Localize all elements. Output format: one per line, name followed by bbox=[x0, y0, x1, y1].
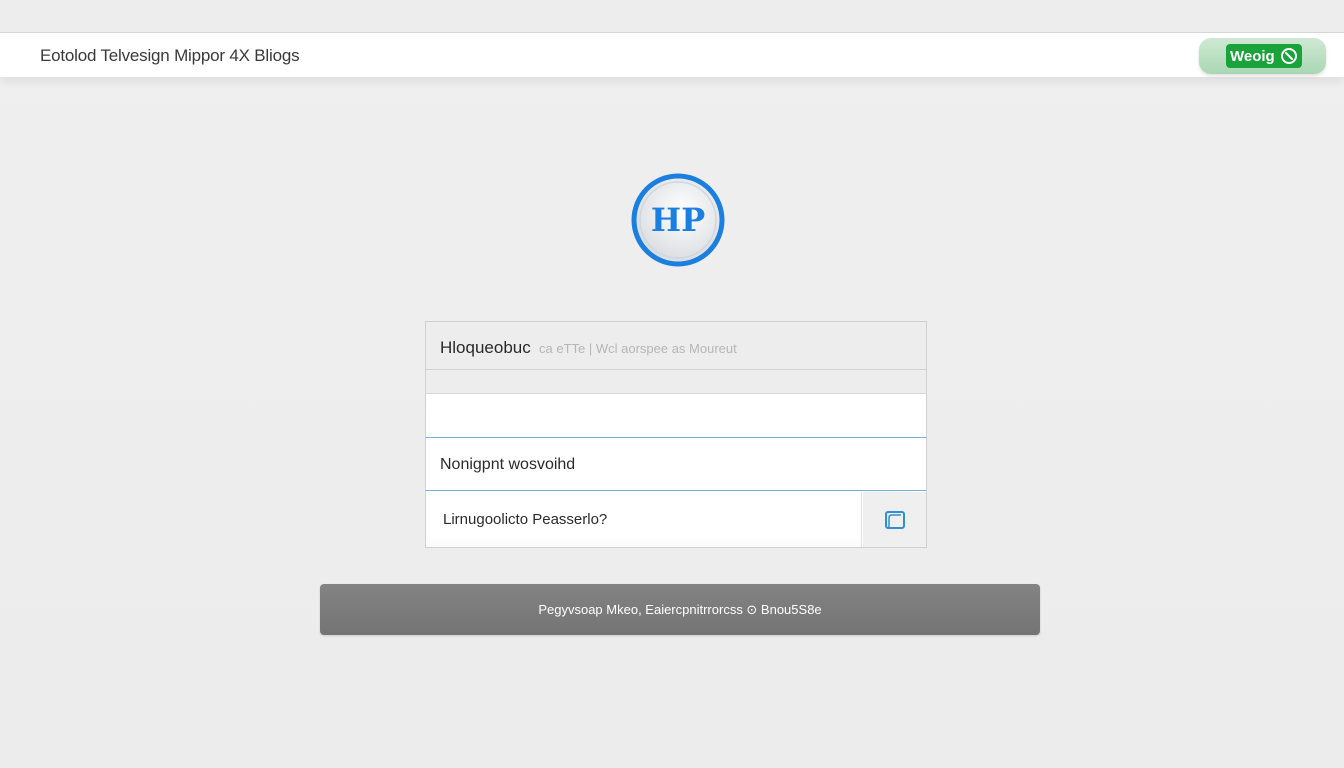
top-strip bbox=[0, 0, 1344, 32]
header-title: Eotolod Telvesign Mippor 4X Bliogs bbox=[40, 46, 300, 65]
submit-button[interactable]: Pegyvsoap Mkeo, Eaiercpnitrrorcss ⊙ Bnou… bbox=[320, 584, 1040, 635]
form-heading: Hloqueobuc bbox=[440, 338, 531, 357]
show-password-toggle[interactable] bbox=[863, 492, 926, 547]
new-password-input[interactable] bbox=[426, 439, 926, 491]
submit-button-label: Pegyvsoap Mkeo, Eaiercpnitrrorcss ⊙ Bnou… bbox=[538, 601, 822, 617]
header-badge-button[interactable]: Weoig bbox=[1226, 44, 1302, 68]
square-outline-icon bbox=[884, 510, 905, 529]
form-heading-faint-text: ca eTTe | Wcl aorspee as Moureut bbox=[539, 341, 737, 356]
page: Eotolod Telvesign Mippor 4X Bliogs Weoig… bbox=[0, 0, 1344, 768]
confirm-password-input[interactable] bbox=[426, 492, 862, 547]
header-badge-container[interactable]: Weoig bbox=[1199, 38, 1326, 74]
logo-text: HP bbox=[651, 201, 705, 239]
header-badge-label: Weoig bbox=[1230, 47, 1275, 65]
form-heading-bar: Hloqueobuc ca eTTe | Wcl aorspee as Mour… bbox=[426, 322, 926, 370]
password-form: Hloqueobuc ca eTTe | Wcl aorspee as Mour… bbox=[425, 321, 927, 548]
hp-logo: HP bbox=[631, 173, 725, 267]
form-separator bbox=[426, 370, 926, 394]
header-bar: Eotolod Telvesign Mippor 4X Bliogs Weoig bbox=[0, 32, 1344, 77]
refresh-icon bbox=[1281, 48, 1297, 64]
current-password-input[interactable] bbox=[426, 394, 926, 438]
